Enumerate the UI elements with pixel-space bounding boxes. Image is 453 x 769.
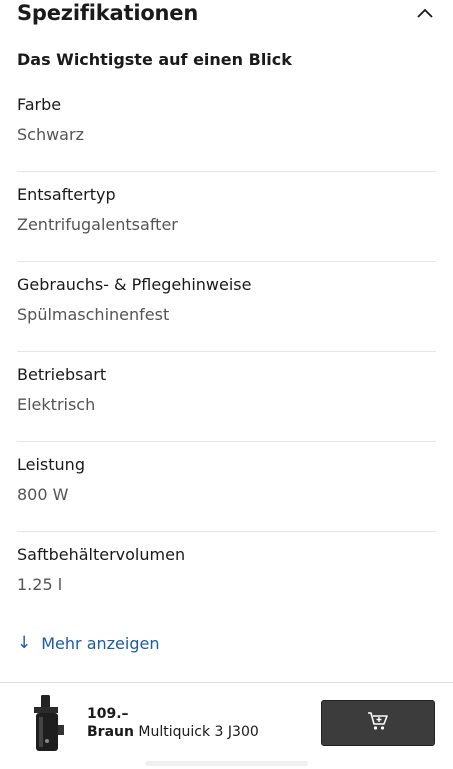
spec-value: 800 W	[17, 485, 69, 504]
section-heading: Das Wichtigste auf einen Blick	[17, 50, 292, 69]
arrow-down-icon: ↓	[17, 632, 32, 653]
spec-item-operation: Betriebsart Elektrisch	[17, 352, 436, 442]
spec-label: Farbe	[17, 95, 62, 114]
spec-item-volume: Saftbehältervolumen 1.25 l	[17, 532, 436, 622]
specifications-header[interactable]: Spezifikationen	[17, 0, 436, 26]
add-to-cart-button[interactable]	[321, 700, 435, 746]
sticky-purchase-bar: 109.– Braun Multiquick 3 J300	[0, 682, 453, 769]
spec-label: Betriebsart	[17, 365, 107, 384]
home-indicator	[145, 761, 308, 766]
show-more-label: Mehr anzeigen	[41, 633, 160, 653]
product-price: 109.–	[87, 706, 129, 722]
chevron-up-icon[interactable]	[414, 2, 436, 24]
product-thumbnail	[26, 695, 72, 753]
spec-label: Gebrauchs- & Pflegehinweise	[17, 275, 252, 294]
spec-label: Entsaftertyp	[17, 185, 116, 204]
spec-value: Spülmaschinenfest	[17, 305, 170, 324]
spec-value: 1.25 l	[17, 575, 63, 594]
product-info: 109.– Braun Multiquick 3 J300	[87, 705, 259, 741]
product-name: Multiquick 3 J300	[138, 724, 259, 740]
spec-item-care: Gebrauchs- & Pflegehinweise Spülmaschine…	[17, 262, 436, 352]
spec-item-power: Leistung 800 W	[17, 442, 436, 532]
spec-item-color: Farbe Schwarz	[17, 82, 436, 172]
spec-list: Farbe Schwarz Entsaftertyp Zentrifugalen…	[17, 82, 436, 622]
spec-label: Leistung	[17, 455, 85, 474]
spec-item-juicer-type: Entsaftertyp Zentrifugalentsafter	[17, 172, 436, 262]
shopping-cart-icon	[367, 711, 389, 735]
spec-label: Saftbehältervolumen	[17, 545, 186, 564]
product-brand: Braun	[87, 724, 134, 740]
show-more-link[interactable]: ↓ Mehr anzeigen	[17, 630, 159, 656]
spec-value: Schwarz	[17, 125, 84, 144]
spec-value: Elektrisch	[17, 395, 96, 414]
spec-value: Zentrifugalentsafter	[17, 215, 178, 234]
page-title: Spezifikationen	[17, 1, 199, 25]
